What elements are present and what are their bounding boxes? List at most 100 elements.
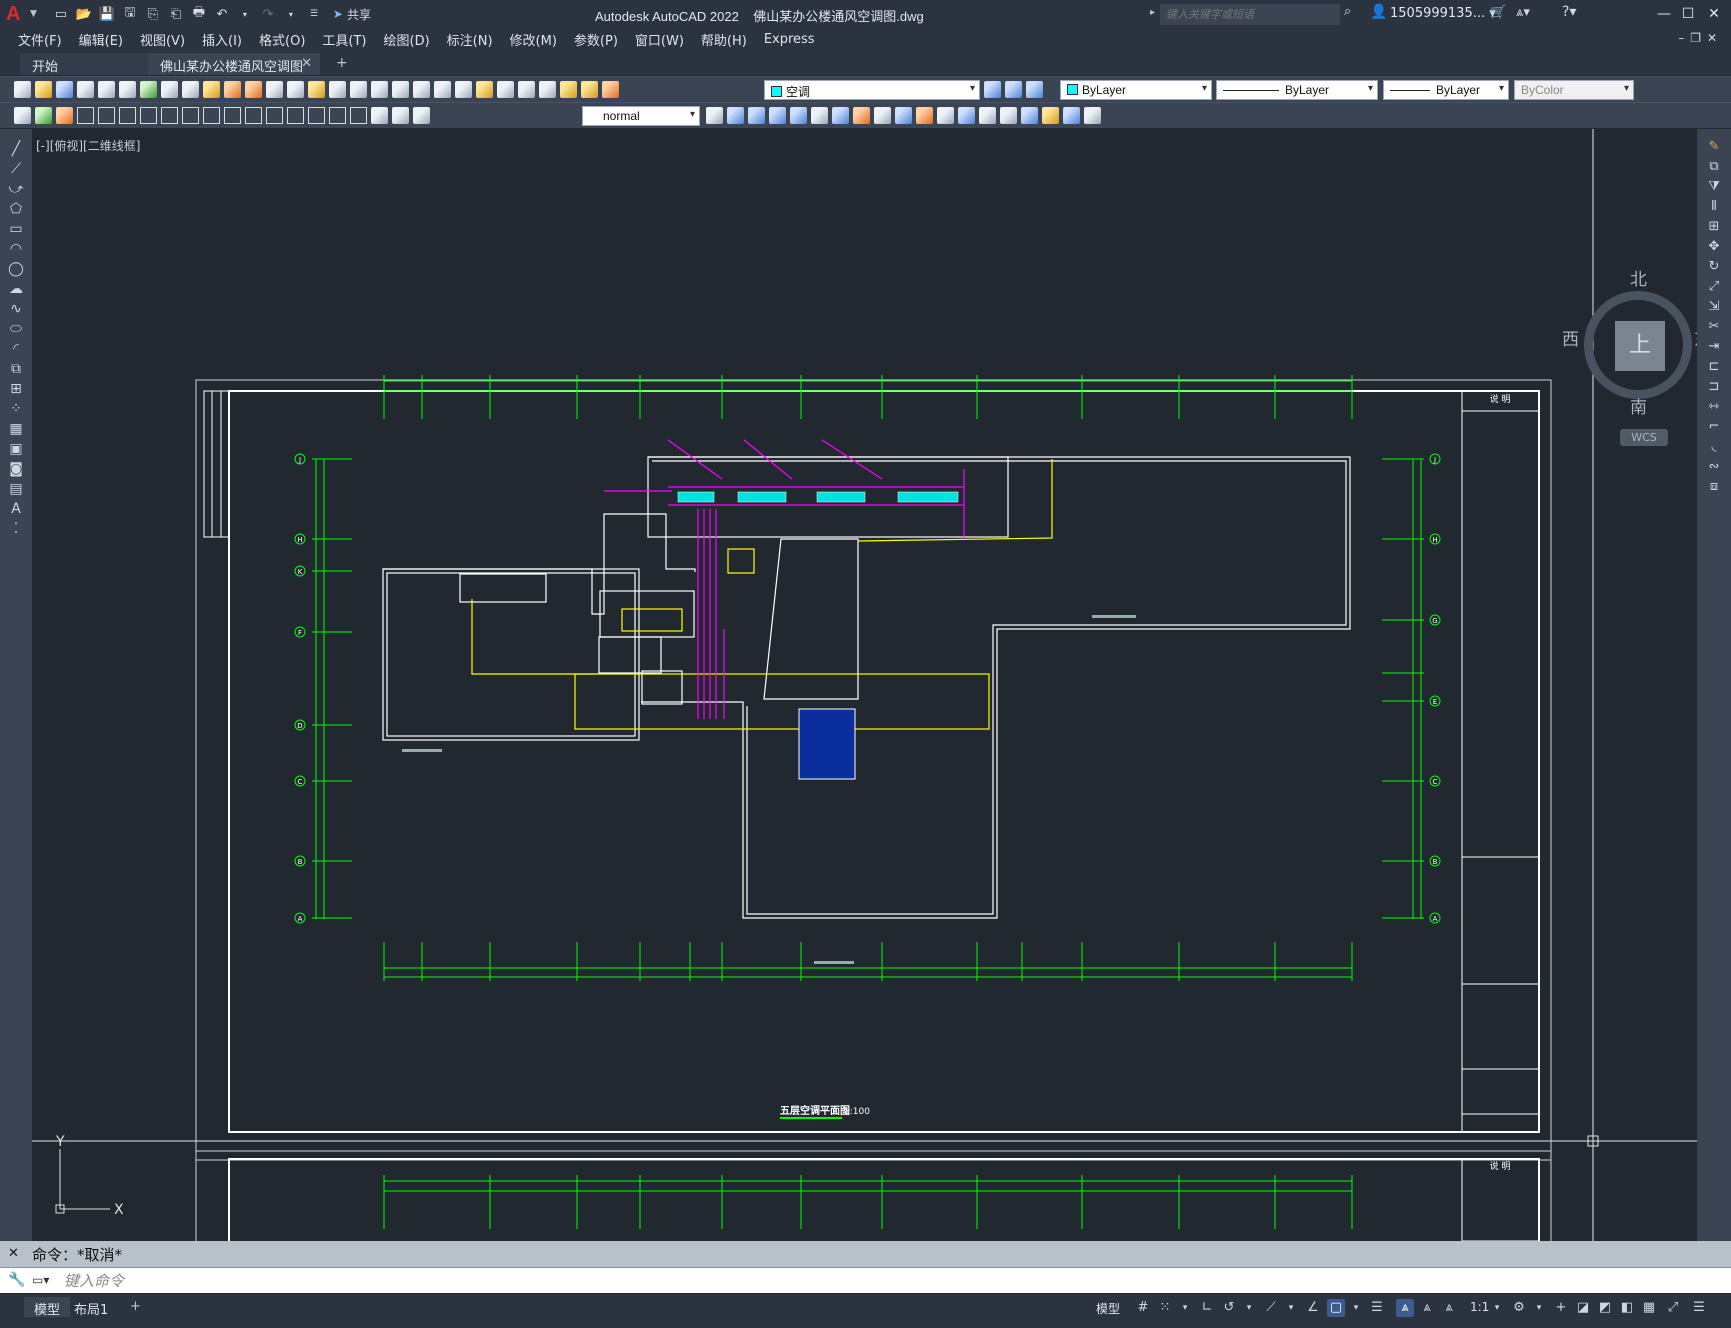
fullscreen-icon[interactable]: ⤢ [1664, 1299, 1682, 1317]
menu-view[interactable]: 视图(V) [140, 30, 185, 49]
close-icon[interactable]: ✕ [1703, 3, 1725, 25]
redo-icon[interactable]: ↷ [258, 4, 278, 24]
chamfer-icon[interactable]: ⌐ [1706, 419, 1722, 435]
search-input[interactable] [1160, 4, 1340, 25]
plus-icon[interactable]: + [1552, 1299, 1570, 1317]
help-tool-icon[interactable] [518, 81, 535, 98]
close-tab-icon[interactable]: ✕ [301, 56, 312, 71]
minimize-icon[interactable]: — [1653, 3, 1675, 25]
autodesk-a360-icon[interactable]: ⩓▾ [1516, 5, 1530, 20]
layer-state-icon[interactable] [1026, 81, 1043, 98]
annotation-scale-icon[interactable]: ⩓ [1440, 1299, 1458, 1317]
hatch-icon[interactable]: ▦ [8, 421, 24, 437]
app-menu-caret-icon[interactable]: ▼ [30, 9, 37, 19]
plot-icon[interactable]: 🖶 [189, 4, 209, 24]
stretch-icon[interactable] [853, 107, 870, 124]
tolerance-icon[interactable] [287, 107, 304, 124]
multiline-text-icon[interactable]: A [8, 501, 24, 517]
circle-icon[interactable]: ◯ [8, 261, 24, 277]
make-block-icon[interactable]: ⊞ [8, 381, 24, 397]
scale-icon[interactable]: ⤢ [1706, 279, 1722, 295]
extend-icon[interactable] [1000, 107, 1017, 124]
design-center-icon[interactable] [413, 81, 430, 98]
new-tab-icon[interactable]: + [336, 55, 348, 71]
gear-icon[interactable]: ⚙ [1510, 1299, 1528, 1317]
compass-south[interactable]: 南 [1630, 393, 1647, 418]
redo-dropdown-icon[interactable]: ▾ [281, 4, 301, 24]
offset-icon[interactable]: ⫴ [1706, 199, 1722, 215]
grid-icon[interactable]: # [1134, 1299, 1152, 1317]
osnap-dropdown-icon[interactable]: ▾ [1347, 1299, 1365, 1317]
compass-north[interactable]: 北 [1630, 265, 1647, 290]
drawing-canvas[interactable]: [-][俯视][二维线框] 说 明 J H K F D C B A J H G … [32, 129, 1697, 1241]
snap-icon[interactable]: ⁙ [1156, 1299, 1174, 1317]
dimstyle-manager-icon[interactable] [706, 107, 723, 124]
save-icon[interactable] [56, 81, 73, 98]
rectangle-icon[interactable]: ▭ [8, 221, 24, 237]
menu-draw[interactable]: 绘图(D) [384, 30, 430, 49]
menu-file[interactable]: 文件(F) [18, 30, 62, 49]
document-window-controls[interactable]: –❐✕ [1678, 31, 1723, 45]
layer-lock-icon[interactable] [602, 81, 619, 98]
arc-icon[interactable]: ◠ [8, 241, 24, 257]
save-as-icon[interactable]: 🖫 [120, 4, 140, 24]
send-to-back-icon[interactable] [748, 107, 765, 124]
user-name[interactable]: 1505999135... ▾ [1390, 6, 1496, 21]
zoom-realtime-icon[interactable] [329, 81, 346, 98]
maximize-icon[interactable]: ☐ [1677, 3, 1699, 25]
wrench-icon[interactable]: 🔧 [8, 1272, 25, 1288]
menu-express[interactable]: Express [764, 32, 815, 47]
calculator-icon[interactable] [497, 81, 514, 98]
open-icon[interactable] [35, 81, 52, 98]
polygon-icon[interactable]: ⬠ [8, 201, 24, 217]
jogged-linear-icon[interactable] [350, 107, 367, 124]
zoom-window-icon[interactable] [350, 81, 367, 98]
compass-east[interactable]: 东 [1694, 325, 1697, 350]
compass-west[interactable]: 西 [1562, 325, 1579, 350]
move-icon[interactable] [811, 107, 828, 124]
viewcube-top-face[interactable]: 上 [1615, 321, 1665, 371]
user-icon[interactable]: 👤 [1370, 4, 1387, 20]
undo-dropdown-icon[interactable]: ▾ [235, 4, 255, 24]
command-prompt-icon[interactable]: ▭▾ [32, 1273, 49, 1287]
menu-modify[interactable]: 修改(M) [510, 30, 557, 49]
menu-edit[interactable]: 编辑(E) [79, 30, 123, 49]
open-web-icon[interactable]: ⎘ [143, 4, 163, 24]
paste-icon[interactable] [203, 81, 220, 98]
table-icon[interactable]: ▤ [8, 481, 24, 497]
dim-break-icon[interactable] [266, 107, 283, 124]
search-icon[interactable]: ⌕ [1344, 4, 1351, 19]
workspace-dropdown-icon[interactable]: ▾ [1530, 1299, 1548, 1317]
new-icon[interactable] [14, 81, 31, 98]
match-properties-icon[interactable] [224, 81, 241, 98]
center-mark-icon[interactable] [308, 107, 325, 124]
erase-icon[interactable]: ✎ [1706, 139, 1722, 155]
undo-icon[interactable] [266, 81, 283, 98]
dim-update-icon[interactable] [413, 107, 430, 124]
break-at-point-icon[interactable]: ⊏ [1706, 359, 1722, 375]
extend-icon[interactable]: ⇥ [1706, 339, 1722, 355]
isodraft-dropdown-icon[interactable]: ▾ [1282, 1299, 1300, 1317]
inspection-icon[interactable] [329, 107, 346, 124]
move-icon[interactable]: ✥ [1706, 239, 1722, 255]
annotation-scale-value[interactable]: 1:1 [1470, 1300, 1489, 1314]
redo-icon[interactable] [287, 81, 304, 98]
menu-window[interactable]: 窗口(W) [635, 30, 684, 49]
command-input[interactable] [64, 1270, 1664, 1292]
layer-properties-icon[interactable] [539, 81, 556, 98]
polar-tracking-icon[interactable]: ↺ [1220, 1299, 1238, 1317]
bring-to-front-icon[interactable] [727, 107, 744, 124]
object-snap-tracking-icon[interactable]: ∠ [1304, 1299, 1322, 1317]
isodraft-icon[interactable]: ⟋ [1262, 1299, 1280, 1317]
copy-object-icon[interactable] [832, 107, 849, 124]
diameter-dim-icon[interactable] [161, 107, 178, 124]
blend-curves-icon[interactable]: ∾ [1706, 459, 1722, 475]
color-control-dropdown[interactable]: ByLayer ▾ [1060, 80, 1212, 100]
properties-icon[interactable] [392, 81, 409, 98]
auto-scale-icon[interactable]: ⩓ [1418, 1299, 1436, 1317]
tab-drawing[interactable]: 佛山某办公楼通风空调图* ✕ [148, 53, 320, 90]
object-snap-icon[interactable]: ▢ [1327, 1299, 1345, 1317]
stretch-icon[interactable]: ⇲ [1706, 299, 1722, 315]
aligned-dim-icon[interactable] [56, 107, 73, 124]
join-icon[interactable] [1084, 107, 1101, 124]
